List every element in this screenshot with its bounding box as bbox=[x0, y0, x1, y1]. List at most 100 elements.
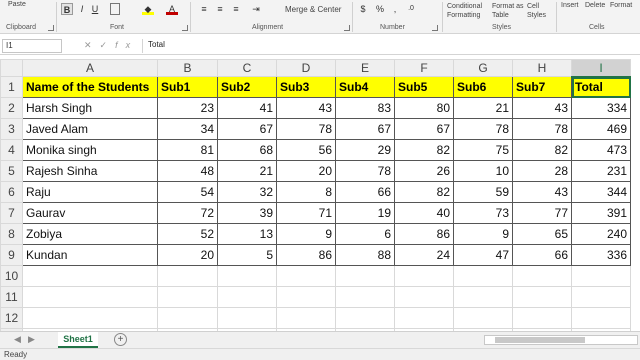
student-name-cell[interactable]: Raju bbox=[22, 181, 158, 203]
header-cell[interactable]: Sub6 bbox=[453, 76, 513, 98]
row-header[interactable]: 6 bbox=[0, 181, 23, 203]
score-cell[interactable]: 81 bbox=[157, 139, 218, 161]
score-cell[interactable]: 78 bbox=[512, 118, 572, 140]
row-header[interactable]: 1 bbox=[0, 76, 23, 98]
enter-icon[interactable]: ✓ bbox=[100, 40, 116, 50]
column-header-g[interactable]: G bbox=[453, 59, 513, 77]
column-header-c[interactable]: C bbox=[217, 59, 277, 77]
score-cell[interactable]: 240 bbox=[571, 223, 631, 245]
insert-button[interactable]: Insert bbox=[561, 2, 579, 9]
score-cell[interactable]: 334 bbox=[571, 97, 631, 119]
score-cell[interactable]: 67 bbox=[335, 118, 395, 140]
align-right-icon[interactable]: ≡ bbox=[230, 3, 242, 15]
row-header[interactable]: 3 bbox=[0, 118, 23, 140]
underline-button[interactable]: U bbox=[90, 3, 100, 15]
conditional-formatting-button[interactable]: Conditional Formatting bbox=[447, 2, 482, 20]
header-cell[interactable]: Total bbox=[571, 76, 631, 98]
score-cell[interactable]: 21 bbox=[453, 97, 513, 119]
score-cell[interactable]: 24 bbox=[394, 244, 454, 266]
score-cell[interactable]: 5 bbox=[217, 244, 277, 266]
score-cell[interactable]: 83 bbox=[335, 97, 395, 119]
bold-button[interactable]: B bbox=[61, 3, 73, 15]
column-header-e[interactable]: E bbox=[335, 59, 395, 77]
score-cell[interactable]: 469 bbox=[571, 118, 631, 140]
score-cell[interactable]: 67 bbox=[217, 118, 277, 140]
header-cell[interactable]: Sub7 bbox=[512, 76, 572, 98]
alignment-dialog-launcher-icon[interactable] bbox=[344, 25, 350, 31]
score-cell[interactable]: 68 bbox=[217, 139, 277, 161]
score-cell[interactable]: 72 bbox=[157, 202, 218, 224]
header-cell[interactable]: Sub4 bbox=[335, 76, 395, 98]
header-cell[interactable]: Name of the Students bbox=[22, 76, 158, 98]
empty-cell[interactable] bbox=[335, 286, 395, 308]
empty-cell[interactable] bbox=[571, 265, 631, 287]
empty-cell[interactable] bbox=[276, 286, 336, 308]
score-cell[interactable]: 82 bbox=[394, 181, 454, 203]
score-cell[interactable]: 54 bbox=[157, 181, 218, 203]
score-cell[interactable]: 19 bbox=[335, 202, 395, 224]
score-cell[interactable]: 71 bbox=[276, 202, 336, 224]
column-header-f[interactable]: F bbox=[394, 59, 454, 77]
score-cell[interactable]: 43 bbox=[512, 97, 572, 119]
student-name-cell[interactable]: Rajesh Sinha bbox=[22, 160, 158, 182]
score-cell[interactable]: 86 bbox=[394, 223, 454, 245]
column-header-i[interactable]: I bbox=[571, 59, 631, 78]
empty-cell[interactable] bbox=[394, 286, 454, 308]
score-cell[interactable]: 13 bbox=[217, 223, 277, 245]
empty-cell[interactable] bbox=[512, 265, 572, 287]
currency-button[interactable]: $ bbox=[357, 3, 369, 15]
score-cell[interactable]: 88 bbox=[335, 244, 395, 266]
clipboard-dialog-launcher-icon[interactable] bbox=[48, 25, 54, 31]
score-cell[interactable]: 73 bbox=[453, 202, 513, 224]
empty-cell[interactable] bbox=[335, 265, 395, 287]
student-name-cell[interactable]: Kundan bbox=[22, 244, 158, 266]
indent-icon[interactable]: ⇥ bbox=[250, 3, 262, 15]
horizontal-scrollbar[interactable] bbox=[484, 335, 638, 345]
select-all-corner[interactable] bbox=[0, 59, 23, 77]
borders-icon[interactable] bbox=[110, 3, 120, 15]
empty-cell[interactable] bbox=[157, 307, 218, 329]
student-name-cell[interactable]: Zobiya bbox=[22, 223, 158, 245]
row-header[interactable]: 4 bbox=[0, 139, 23, 161]
formula-input[interactable]: Total bbox=[148, 40, 165, 49]
sheet-tab-active[interactable]: Sheet1 bbox=[58, 332, 98, 348]
row-header[interactable]: 10 bbox=[0, 265, 23, 287]
empty-cell[interactable] bbox=[394, 307, 454, 329]
score-cell[interactable]: 39 bbox=[217, 202, 277, 224]
add-sheet-button[interactable]: + bbox=[114, 333, 127, 346]
header-cell[interactable]: Sub5 bbox=[394, 76, 454, 98]
scrollbar-thumb[interactable] bbox=[495, 337, 585, 343]
score-cell[interactable]: 32 bbox=[217, 181, 277, 203]
column-header-a[interactable]: A bbox=[22, 59, 158, 77]
score-cell[interactable]: 391 bbox=[571, 202, 631, 224]
header-cell[interactable]: Sub1 bbox=[157, 76, 218, 98]
score-cell[interactable]: 29 bbox=[335, 139, 395, 161]
name-box[interactable]: I1 bbox=[2, 39, 62, 53]
empty-cell[interactable] bbox=[157, 265, 218, 287]
score-cell[interactable]: 28 bbox=[512, 160, 572, 182]
empty-cell[interactable] bbox=[335, 307, 395, 329]
score-cell[interactable]: 344 bbox=[571, 181, 631, 203]
score-cell[interactable]: 78 bbox=[453, 118, 513, 140]
row-header[interactable]: 2 bbox=[0, 97, 23, 119]
score-cell[interactable]: 80 bbox=[394, 97, 454, 119]
empty-cell[interactable] bbox=[276, 307, 336, 329]
score-cell[interactable]: 21 bbox=[217, 160, 277, 182]
score-cell[interactable]: 82 bbox=[394, 139, 454, 161]
score-cell[interactable]: 231 bbox=[571, 160, 631, 182]
empty-cell[interactable] bbox=[453, 286, 513, 308]
column-header-b[interactable]: B bbox=[157, 59, 218, 77]
row-header[interactable]: 11 bbox=[0, 286, 23, 308]
score-cell[interactable]: 20 bbox=[157, 244, 218, 266]
student-name-cell[interactable]: Monika singh bbox=[22, 139, 158, 161]
empty-cell[interactable] bbox=[571, 286, 631, 308]
percent-button[interactable]: % bbox=[374, 3, 386, 15]
score-cell[interactable]: 41 bbox=[217, 97, 277, 119]
empty-cell[interactable] bbox=[394, 265, 454, 287]
italic-button[interactable]: I bbox=[77, 3, 87, 15]
score-cell[interactable]: 34 bbox=[157, 118, 218, 140]
empty-cell[interactable] bbox=[217, 265, 277, 287]
align-left-icon[interactable]: ≡ bbox=[198, 3, 210, 15]
score-cell[interactable]: 52 bbox=[157, 223, 218, 245]
empty-cell[interactable] bbox=[453, 265, 513, 287]
